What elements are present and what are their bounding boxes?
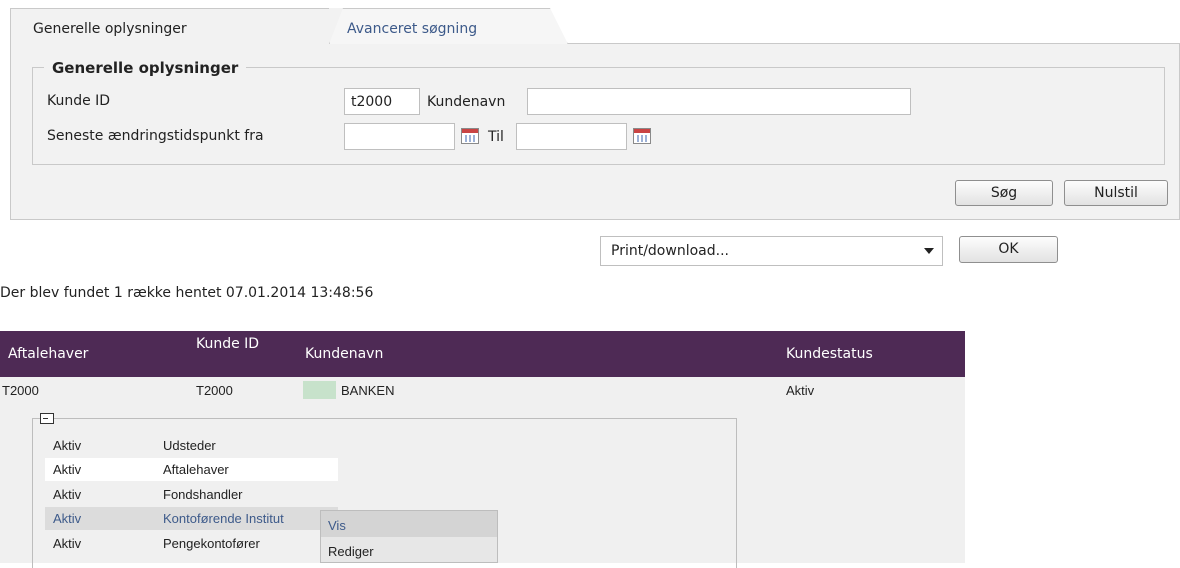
list-item[interactable]: Aktiv Aftalehaver xyxy=(45,458,338,481)
role-status: Aktiv xyxy=(53,438,82,453)
role-name: Udsteder xyxy=(163,438,216,453)
role-status: Aktiv xyxy=(53,511,82,526)
chevron-down-icon xyxy=(924,248,934,254)
role-name: Pengekontofører xyxy=(163,536,260,551)
print-download-select[interactable]: Print/download... xyxy=(600,236,943,266)
tab-general-info[interactable]: Generelle oplysninger xyxy=(10,8,343,44)
general-info-fieldset xyxy=(32,67,1165,165)
search-button[interactable]: Søg xyxy=(955,180,1053,206)
role-name: Aftalehaver xyxy=(163,462,229,477)
changed-from-label: Seneste ændringstidspunkt fra xyxy=(47,128,264,144)
fieldset-legend: Generelle oplysninger xyxy=(44,59,247,77)
changed-to-input[interactable] xyxy=(516,123,627,150)
column-header-customer-name[interactable]: Kundenavn xyxy=(305,346,383,362)
role-name: Kontoførende Institut xyxy=(163,511,284,526)
cell-customer-name: BANKEN xyxy=(341,383,395,398)
customer-name-input[interactable] xyxy=(527,88,911,115)
calendar-icon[interactable] xyxy=(633,128,651,144)
list-item[interactable]: Aktiv Kontoførende Institut xyxy=(45,507,338,530)
column-header-customer-id[interactable]: Kunde ID xyxy=(196,336,266,352)
cell-agreement-holder: T2000 xyxy=(2,383,39,398)
menu-item-edit[interactable]: Rediger xyxy=(321,537,497,563)
context-menu: Vis Rediger xyxy=(320,510,498,563)
results-table-header: Aftalehaver Kunde ID Kundenavn Kundestat… xyxy=(0,331,965,377)
column-header-customer-status[interactable]: Kundestatus xyxy=(786,346,873,362)
customer-id-input[interactable] xyxy=(344,88,420,115)
result-count-text: Der blev fundet 1 række hentet 07.01.201… xyxy=(0,285,374,301)
role-name: Fondshandler xyxy=(163,487,243,502)
changed-from-input[interactable] xyxy=(344,123,455,150)
tab-advanced-search-label: Avanceret søgning xyxy=(347,21,478,37)
calendar-icon[interactable] xyxy=(461,128,479,144)
collapse-icon[interactable] xyxy=(40,413,54,424)
role-status: Aktiv xyxy=(53,487,82,502)
list-item[interactable]: Aktiv Fondshandler xyxy=(45,483,338,506)
role-status: Aktiv xyxy=(53,462,82,477)
status-swatch xyxy=(303,381,336,399)
changed-to-label: Til xyxy=(488,129,504,145)
customer-id-label: Kunde ID xyxy=(47,93,111,109)
cell-customer-status: Aktiv xyxy=(786,383,815,398)
tab-general-info-label: Generelle oplysninger xyxy=(33,21,187,37)
reset-button[interactable]: Nulstil xyxy=(1064,180,1168,206)
ok-button[interactable]: OK xyxy=(959,236,1058,263)
cell-customer-id: T2000 xyxy=(196,383,233,398)
menu-item-view[interactable]: Vis xyxy=(321,511,497,537)
list-item[interactable]: Aktiv Pengekontofører xyxy=(45,532,338,555)
print-download-selected: Print/download... xyxy=(611,243,729,259)
tab-advanced-search[interactable]: Avanceret søgning xyxy=(318,8,568,44)
role-status: Aktiv xyxy=(53,536,82,551)
customer-name-label: Kundenavn xyxy=(427,94,506,110)
table-row[interactable]: T2000 T2000 BANKEN Aktiv xyxy=(0,377,965,403)
column-header-agreement-holder[interactable]: Aftalehaver xyxy=(8,346,88,362)
list-item[interactable]: Aktiv Udsteder xyxy=(45,434,338,457)
